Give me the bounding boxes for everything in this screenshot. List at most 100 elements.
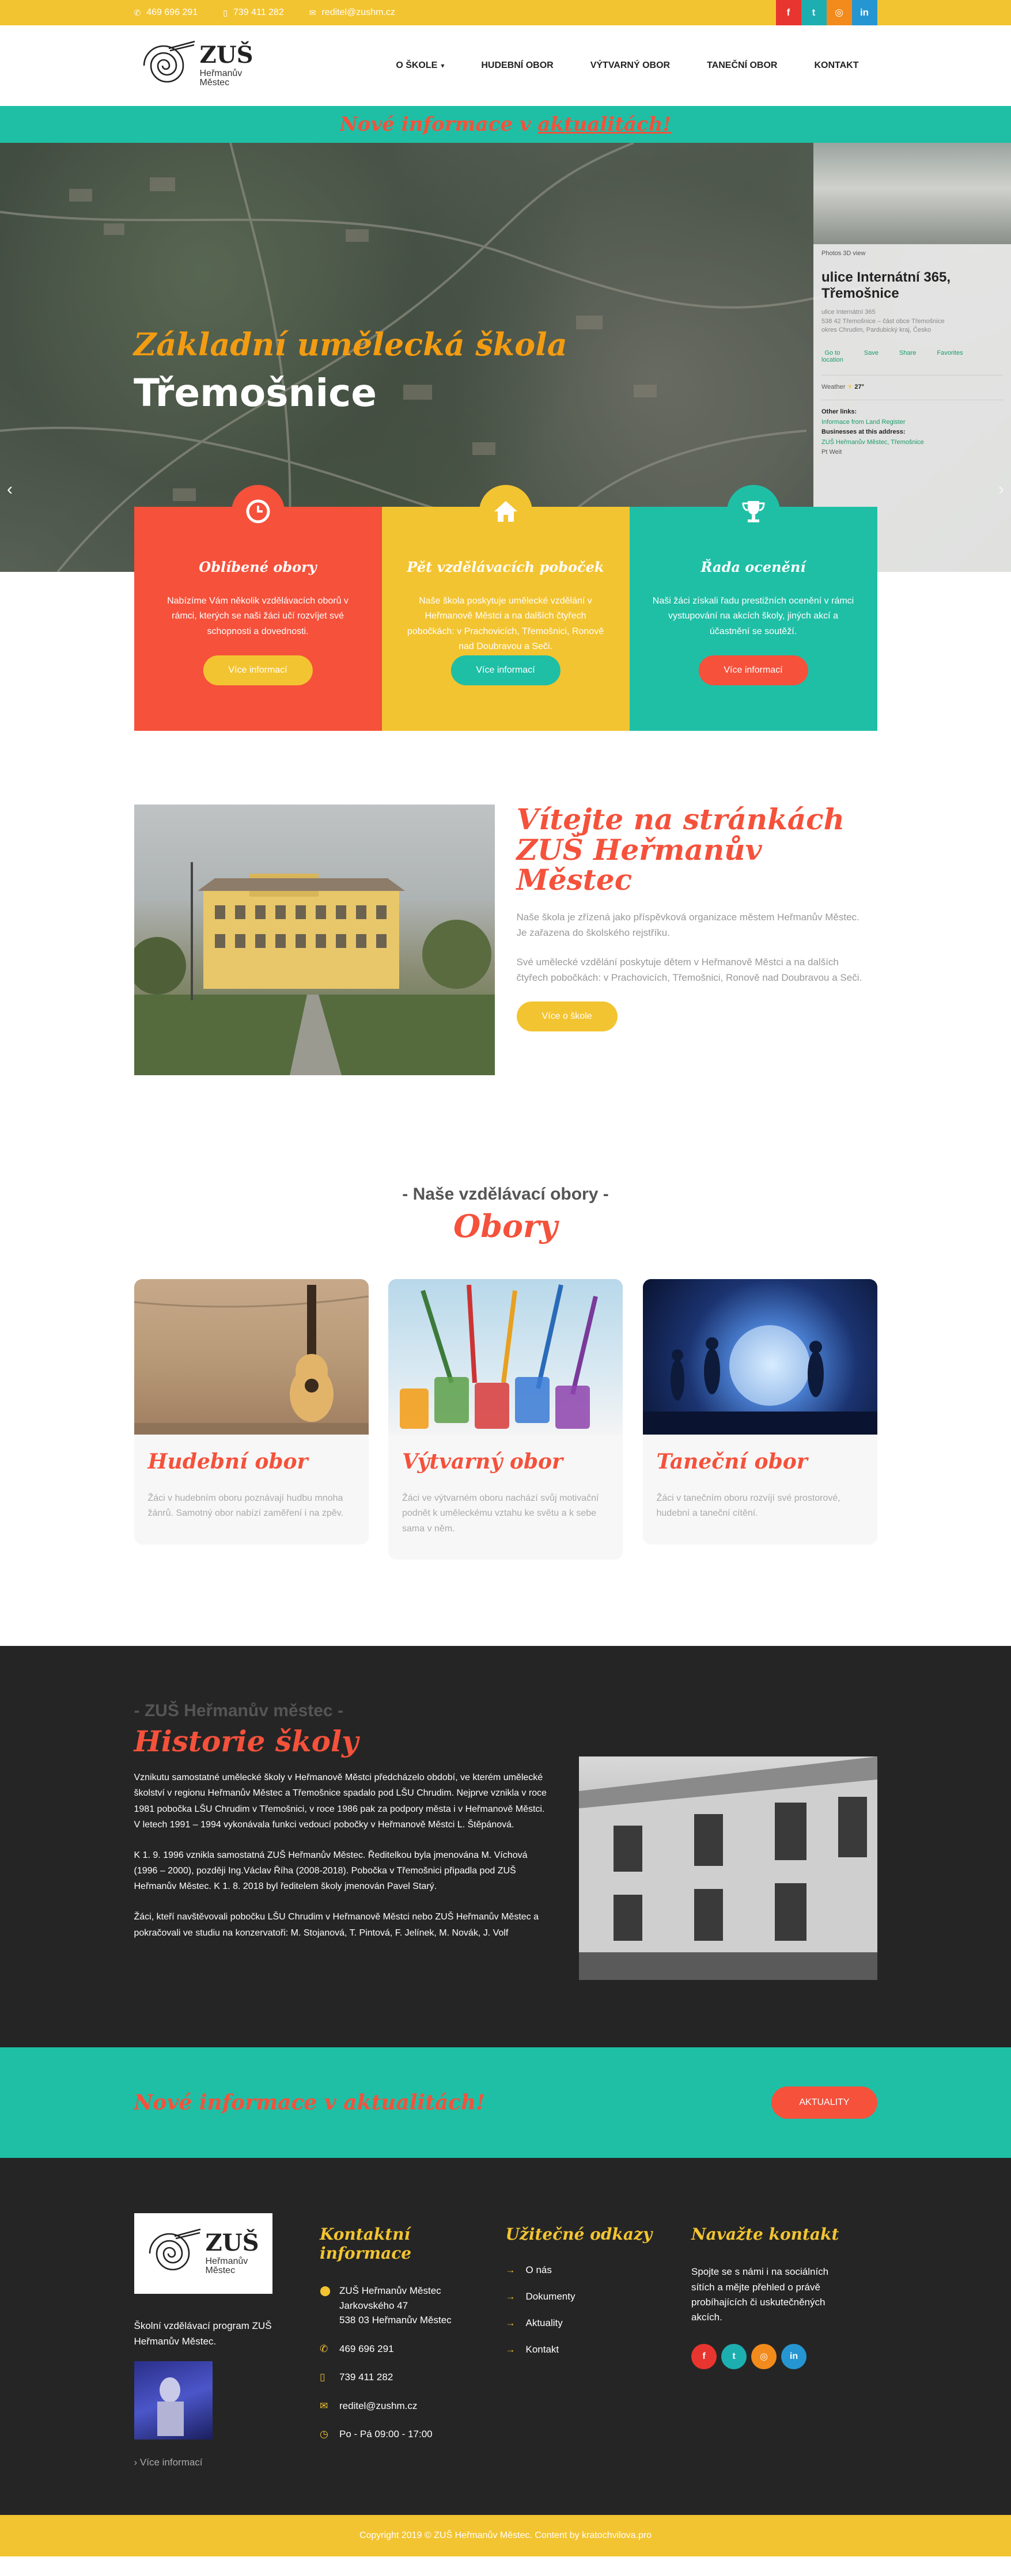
obory-title: Obory	[453, 1208, 558, 1245]
footer-about: ZUŠ Heřmanův Městec Školní vzdělávací pr…	[134, 2213, 320, 2468]
topbar-phone-1[interactable]: ✆ 469 696 291	[134, 7, 198, 18]
about-school-button[interactable]: Více o škole	[516, 1001, 618, 1032]
welcome-section: Vítejte na stránkách ZUŠ Heřmanův Městec…	[0, 802, 1011, 1075]
envelope-icon: ✉	[309, 7, 316, 17]
topbar-socials: f t ◎ in	[775, 0, 877, 25]
map-action-go[interactable]: Go to location	[821, 350, 843, 363]
footer-email[interactable]: reditel@zushm.cz	[339, 2399, 417, 2414]
map-biz-link[interactable]: ZUŠ Heřmanův Městec, Třemošnice	[821, 439, 924, 446]
logo-line-1: Heřmanův	[199, 69, 243, 78]
obor-card-text: Žáci v tanečním oboru rozvíjí své prosto…	[656, 1493, 840, 1519]
footer-more-link[interactable]: › Více informací	[134, 2457, 320, 2468]
main-nav: O ŠKOLE ▾ HUDEBNÍ OBOR VÝTVARNÝ OBOR TAN…	[377, 60, 877, 71]
news-band-title: Nové informace v aktualitách!	[134, 2091, 485, 2115]
footer-phone-1[interactable]: 469 696 291	[339, 2342, 394, 2357]
program-poster-image[interactable]	[134, 2361, 213, 2440]
slider-prev-icon[interactable]: ‹	[7, 480, 13, 499]
footer-phone-2[interactable]: 739 411 282	[339, 2370, 393, 2385]
obory-pretitle: - Naše vzdělávací obory -	[402, 1185, 609, 1204]
linkedin-icon[interactable]: in	[781, 2343, 806, 2369]
topbar-phone-2[interactable]: ▯ 739 411 282	[223, 7, 284, 18]
map-marker-icon: ⬤	[320, 2285, 331, 2297]
logo-line-2: Městec	[199, 78, 230, 88]
obor-card-title: Výtvarný obor	[402, 1450, 563, 1474]
facebook-icon[interactable]: f	[691, 2343, 717, 2369]
obory-section: - Naše vzdělávací obory - Obory Hudební …	[0, 1185, 1011, 1560]
obor-card-hudebni[interactable]: Hudební obor Žáci v hudebním oboru pozná…	[134, 1279, 369, 1545]
phone-icon: ✆	[320, 2343, 328, 2354]
arrow-right-icon: →	[505, 2344, 516, 2355]
footer-links: Užitečné odkazy → O nás → Dokumenty → Aktua…	[506, 2213, 692, 2468]
footer-link-aktuality[interactable]: → Aktuality	[506, 2317, 692, 2329]
news-bar-link[interactable]: aktualitách!	[537, 113, 671, 136]
copyright-bar: Copyright 2019 © ZUŠ Heřmanův Městec. Co…	[0, 2515, 1011, 2557]
map-weather: Weather ☀ 27°	[821, 384, 865, 391]
footer-link-o-nas[interactable]: → O nás	[506, 2264, 692, 2276]
footer-social-text: Spojte se s námi i na sociálních sítích …	[691, 2266, 829, 2323]
feature-more-button[interactable]: Více informací	[698, 655, 808, 685]
feature-title: Řada ocenění	[700, 559, 806, 575]
twitter-icon[interactable]: t	[801, 0, 827, 25]
footer-social-title: Navažte kontakt	[691, 2225, 839, 2244]
map-action-favorites[interactable]: Favorites	[937, 350, 963, 363]
chevron-down-icon: ▾	[441, 62, 445, 70]
obor-card-tanecni[interactable]: Taneční obor Žáci v tanečním oboru rozví…	[642, 1279, 877, 1545]
footer-links-title: Užitečné odkazy	[505, 2225, 653, 2244]
map-other-label: Other links:	[821, 408, 857, 415]
nav-item-hudebni-obor[interactable]: HUDEBNÍ OBOR	[463, 60, 571, 71]
site-header: ZUŠ Heřmanův Městec O ŠKOLE ▾ HUDEBNÍ OB…	[0, 25, 1011, 106]
instagram-icon[interactable]: ◎	[826, 0, 852, 25]
obor-card-title: Taneční obor	[656, 1450, 808, 1474]
map-action-save[interactable]: Save	[864, 350, 879, 363]
news-bar: Nové informace v aktualitách!	[0, 106, 1011, 143]
nav-item-tanecni-obor[interactable]: TANEČNÍ OBOR	[688, 60, 796, 71]
news-band: Nové informace v aktualitách! AKTUALITY	[0, 2047, 1011, 2158]
feature-text: Naši žáci získali řadu prestižních oceně…	[652, 596, 854, 636]
home-icon	[479, 485, 532, 538]
history-paragraph-3: Žáci, kteří navštěvovali pobočku LŠU Chr…	[134, 1912, 539, 1938]
location-photo	[813, 143, 1011, 244]
feature-more-button[interactable]: Více informací	[203, 655, 313, 685]
nav-item-vytvarny-obor[interactable]: VÝTVARNÝ OBOR	[572, 60, 688, 71]
footer-address: ZUŠ Heřmanův Městec Jarkovského 47 538 0…	[339, 2285, 452, 2326]
map-other-link[interactable]: Informace from Land Register	[821, 419, 906, 426]
history-title: Historie školy	[134, 1724, 359, 1759]
footer-link-kontakt[interactable]: → Kontakt	[506, 2344, 692, 2355]
footer-logo[interactable]: ZUŠ Heřmanův Městec	[134, 2213, 272, 2294]
welcome-title: Vítejte na stránkách ZUŠ Heřmanův Městec	[516, 802, 845, 897]
topbar-email[interactable]: ✉ reditel@zushm.cz	[309, 7, 395, 18]
feature-box-obory: Oblíbené obory Nabízíme Vám několik vzdě…	[134, 485, 382, 731]
linkedin-icon[interactable]: in	[851, 0, 877, 25]
mobile-icon: ▯	[223, 7, 228, 17]
history-paragraph-2: K 1. 9. 1996 vznikla samostatná ZUŠ Heřm…	[134, 1850, 528, 1892]
footer-link-dokumenty[interactable]: → Dokumenty	[506, 2291, 692, 2302]
top-bar: ✆ 469 696 291 ▯ 739 411 282 ✉ reditel@zu…	[0, 0, 1011, 25]
map-biz-label: Businesses at this address:	[821, 428, 906, 436]
copyright-text: Copyright 2019 © ZUŠ Heřmanův Městec. Co…	[359, 2531, 652, 2541]
history-pretitle: - ZUŠ Heřmanův městec -	[134, 1701, 343, 1721]
site-logo[interactable]: ZUŠ Heřmanův Městec	[134, 37, 253, 94]
obor-card-vytvarny[interactable]: Výtvarný obor Žáci ve výtvarném oboru na…	[388, 1279, 623, 1560]
obor-card-title: Hudební obor	[147, 1450, 308, 1474]
feature-box-oceneni: Řada ocenění Naši žáci získali řadu pres…	[629, 485, 877, 731]
sun-icon: ☀	[847, 384, 853, 391]
news-button[interactable]: AKTUALITY	[771, 2086, 877, 2119]
hero-subtitle: Základní umělecká škola	[134, 326, 567, 363]
hero-caption: Základní umělecká škola Třemošnice	[134, 326, 567, 415]
feature-more-button[interactable]: Více informací	[450, 655, 561, 685]
site-footer: ZUŠ Heřmanův Městec Školní vzdělávací pr…	[0, 2158, 1011, 2516]
history-section: - ZUŠ Heřmanův městec - Historie školy V…	[0, 1646, 1011, 2048]
nav-item-o-skole[interactable]: O ŠKOLE ▾	[377, 60, 463, 71]
map-top-links[interactable]: Photos 3D view	[813, 244, 1011, 263]
map-action-share[interactable]: Share	[899, 350, 916, 363]
footer-description: Školní vzdělávací program ZUŠ Heřmanův M…	[134, 2320, 272, 2347]
feature-text: Nabízíme Vám několik vzdělávacích oborů …	[167, 596, 349, 636]
twitter-icon[interactable]: t	[721, 2343, 747, 2369]
nav-item-kontakt[interactable]: KONTAKT	[796, 60, 877, 71]
facebook-icon[interactable]: f	[775, 0, 801, 25]
paint-brushes-photo	[388, 1279, 623, 1435]
history-paragraph-1: Vznikutu samostatné umělecké školy v Heř…	[134, 1773, 547, 1830]
instagram-icon[interactable]: ◎	[751, 2343, 777, 2369]
logo-swirl-icon	[143, 40, 195, 83]
feature-text: Naše škola poskytuje umělecké vzdělání v…	[407, 596, 604, 652]
